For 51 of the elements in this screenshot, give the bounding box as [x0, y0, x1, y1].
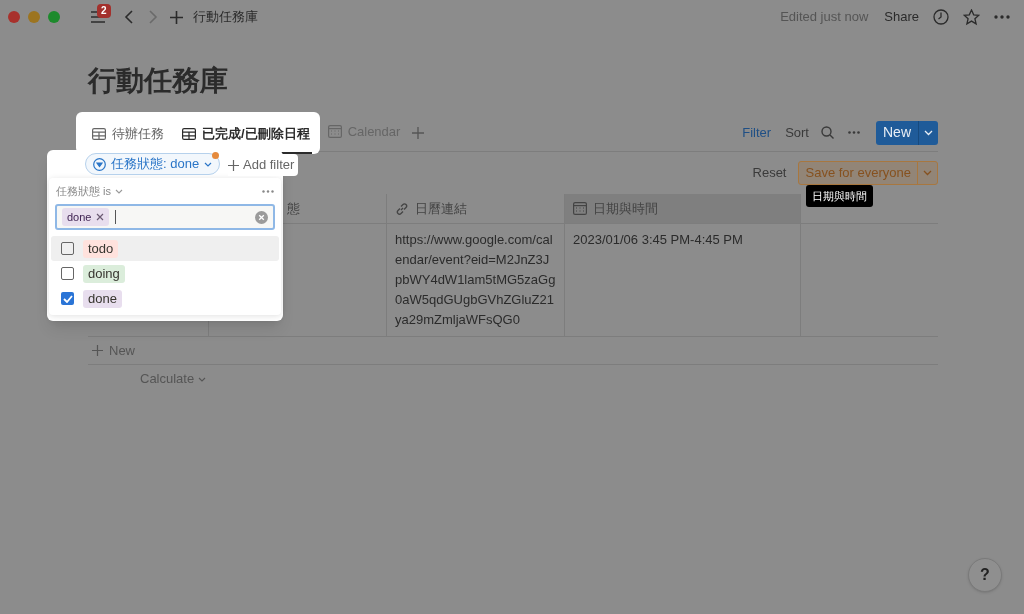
caret-icon: [115, 188, 123, 194]
plus-icon: [228, 159, 239, 171]
plus-icon: [92, 345, 103, 356]
more-icon[interactable]: [262, 189, 274, 193]
calendar-icon: [327, 125, 342, 138]
plus-icon[interactable]: [170, 10, 183, 24]
option-row[interactable]: doing: [51, 261, 279, 286]
search-icon[interactable]: [821, 126, 834, 139]
breadcrumb[interactable]: 行動任務庫: [193, 7, 258, 27]
notification-badge: 2: [97, 4, 111, 18]
star-icon[interactable]: [963, 8, 980, 26]
table-cell[interactable]: 2023/01/06 3:45 PM-4:45 PM: [564, 224, 800, 336]
close-icon[interactable]: [96, 213, 105, 221]
help-button[interactable]: ?: [968, 558, 1002, 592]
checkbox[interactable]: [61, 292, 74, 305]
calendar-icon: [573, 202, 587, 215]
option-tag: done: [83, 289, 122, 308]
more-icon[interactable]: [994, 15, 1010, 19]
sort-button[interactable]: Sort: [785, 122, 809, 143]
check-icon: [62, 294, 73, 303]
filter-button[interactable]: Filter: [742, 122, 772, 143]
plus-icon[interactable]: [412, 126, 425, 139]
table-icon: [182, 127, 196, 140]
clock-icon[interactable]: [933, 9, 949, 25]
filter-circle-icon: [93, 157, 106, 171]
checkbox[interactable]: [61, 242, 74, 255]
tooltip: 日期與時間: [806, 185, 873, 207]
condition-dropdown[interactable]: 任務狀態 is: [56, 182, 123, 200]
option-tag: todo: [83, 239, 119, 258]
caret-icon: [198, 376, 207, 382]
link-icon: [395, 201, 409, 216]
filter-chip[interactable]: 任務狀態: done: [85, 153, 221, 175]
reset-button[interactable]: Reset: [752, 163, 787, 183]
share-button[interactable]: Share: [884, 7, 919, 27]
clear-icon[interactable]: [255, 210, 268, 224]
caret-icon: [924, 129, 933, 136]
table-cell[interactable]: https://www.google.com/calendar/event?eid=M2JnZ3JpbWY4dW1lam5tMG5zaGg0aW5qdGUgbGVhZGluZ21ya29mZmljaWFsQG0: [386, 224, 564, 336]
caret-icon: [204, 161, 213, 167]
option-tag: doing: [83, 264, 125, 283]
more-icon[interactable]: [848, 131, 860, 134]
caret-icon: [923, 170, 932, 176]
checkbox[interactable]: [61, 267, 74, 280]
table-icon: [92, 127, 106, 140]
view-tab[interactable]: 待辦任務: [90, 115, 166, 154]
selected-tag: done: [62, 208, 110, 226]
option-row[interactable]: todo: [51, 236, 279, 261]
back-icon[interactable]: [124, 9, 134, 25]
search-field[interactable]: done: [55, 204, 275, 230]
add-filter-button[interactable]: Add filter: [228, 154, 299, 176]
option-row[interactable]: done: [51, 286, 279, 311]
page-title: 行動任務庫: [88, 64, 229, 98]
